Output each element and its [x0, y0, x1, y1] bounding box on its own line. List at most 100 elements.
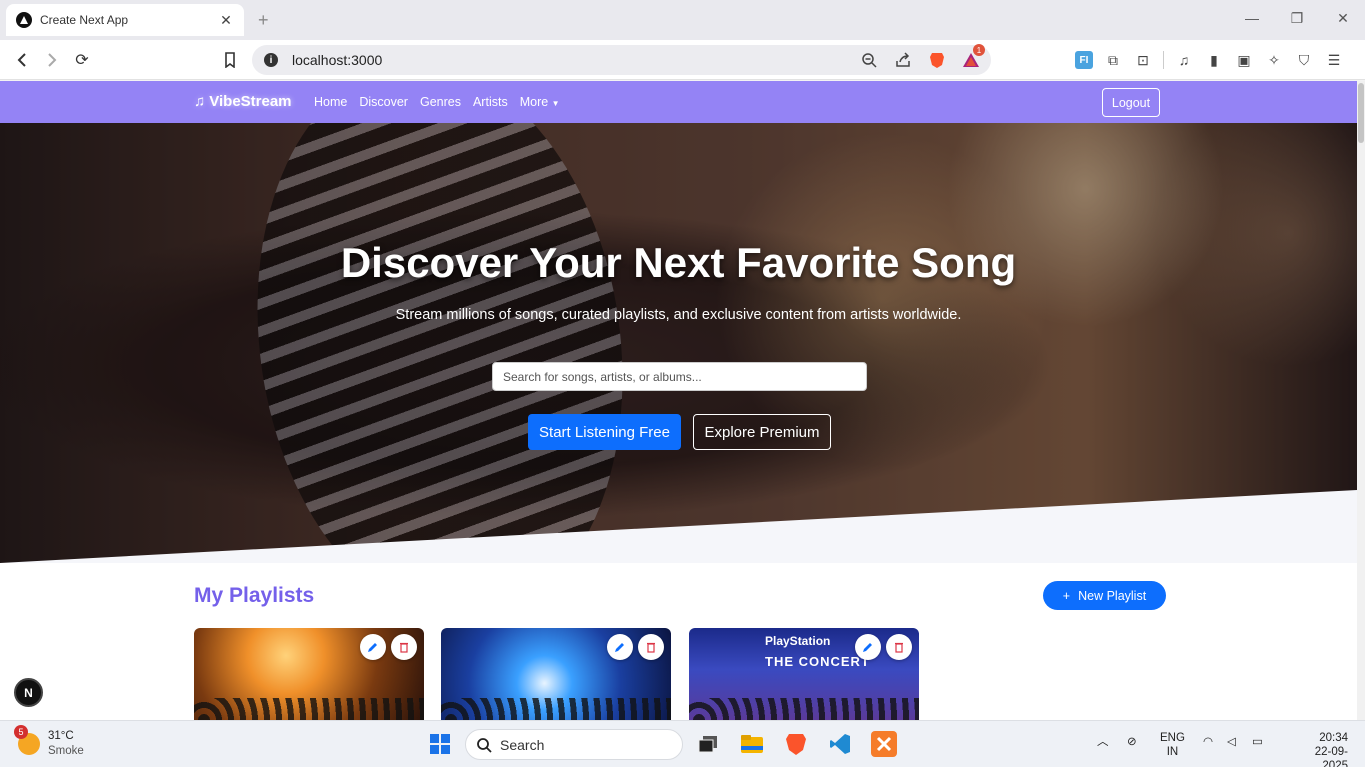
logout-button[interactable]: Logout — [1102, 88, 1160, 117]
rewards-badge: 1 — [973, 44, 985, 56]
clock-time: 20:34 — [1319, 732, 1348, 744]
nav-discover[interactable]: Discover — [359, 95, 408, 109]
task-view-icon[interactable] — [695, 731, 721, 757]
browser-tab-bar: Create Next App ✕ + — ❐ ✕ — [0, 0, 1365, 40]
pencil-icon — [615, 643, 624, 652]
close-window-icon[interactable]: ✕ — [1333, 10, 1353, 27]
cover-text-playstation: PlayStation — [765, 634, 831, 648]
share-icon[interactable] — [893, 50, 913, 70]
leo-ai-icon[interactable]: ✧ — [1264, 50, 1284, 70]
menu-icon[interactable]: ☰ — [1324, 50, 1344, 70]
pencil-icon — [368, 643, 377, 652]
brave-shields-icon[interactable] — [927, 50, 947, 70]
browser-toolbar: ⟳ i localhost:3000 1 FI ⧉ ⊡ ♫ ▮ ▣ ✧ ⛉ ☰ — [0, 40, 1365, 80]
reader-search-icon[interactable]: ⊡ — [1133, 50, 1153, 70]
nav-links: Home Discover Genres Artists More ▼ — [314, 95, 560, 109]
weather-temp: 31°C — [48, 730, 74, 742]
page-scrollbar[interactable] — [1357, 81, 1365, 720]
bookmark-icon[interactable] — [220, 50, 240, 70]
nav-genres[interactable]: Genres — [420, 95, 461, 109]
vpn-shield-icon[interactable]: ⛉ — [1294, 50, 1314, 70]
clock[interactable]: 20:34 22-09-2025 — [1296, 731, 1348, 767]
file-explorer-icon[interactable] — [739, 731, 765, 757]
scrollbar-thumb[interactable] — [1358, 83, 1364, 143]
back-icon[interactable] — [12, 50, 32, 70]
vscode-icon[interactable] — [827, 731, 853, 757]
windows-start-icon[interactable] — [427, 731, 453, 757]
playlist-cover-image — [689, 698, 919, 720]
caret-down-icon: ▼ — [551, 99, 560, 108]
start-listening-button[interactable]: Start Listening Free — [528, 414, 681, 450]
new-tab-icon[interactable]: + — [258, 10, 269, 31]
hero-title: Discover Your Next Favorite Song — [340, 239, 1017, 286]
language-code: ENG — [1160, 732, 1185, 744]
tray-overflow-icon[interactable]: ︿ — [1097, 735, 1109, 749]
close-tab-icon[interactable]: ✕ — [218, 12, 234, 29]
playlist-card[interactable]: PlayStation THE CONCERT — [689, 628, 919, 720]
music-note-icon[interactable]: ♫ — [1174, 50, 1194, 70]
explore-premium-button[interactable]: Explore Premium — [693, 414, 831, 450]
address-bar[interactable]: i localhost:3000 1 — [252, 44, 991, 75]
wallet-icon[interactable]: ▣ — [1234, 50, 1254, 70]
brand-logo[interactable]: ♫ VibeStream — [194, 93, 292, 110]
extension-fi-icon[interactable]: FI — [1075, 51, 1093, 69]
plus-icon: + — [1062, 588, 1071, 603]
hero-section: Discover Your Next Favorite Song Stream … — [0, 123, 1357, 563]
weather-widget[interactable]: 5 31°C Smoke — [14, 725, 84, 759]
language-indicator[interactable]: ENG IN — [1160, 731, 1185, 759]
weather-sun-icon: 5 — [14, 725, 40, 755]
site-info-icon[interactable]: i — [264, 53, 278, 67]
taskbar-search-label: Search — [500, 736, 545, 753]
brave-browser-icon[interactable] — [783, 731, 809, 757]
playlist-cover-image — [441, 698, 671, 720]
brand-name: VibeStream — [209, 93, 292, 110]
weather-desc: Smoke — [48, 745, 84, 757]
pencil-icon — [863, 643, 872, 652]
site-navbar: ♫ VibeStream Home Discover Genres Artist… — [0, 81, 1357, 123]
taskbar-search[interactable]: Search — [465, 729, 683, 760]
trash-icon — [400, 642, 408, 653]
playlist-card[interactable] — [441, 628, 671, 720]
new-playlist-label: New Playlist — [1078, 588, 1147, 603]
windows-taskbar: 5 31°C Smoke Search ︿ ⊘ ENG IN ◠ ◁ ▭ 20:… — [0, 720, 1365, 767]
playlists-heading: My Playlists — [194, 584, 315, 607]
new-playlist-button[interactable]: + New Playlist — [1043, 581, 1166, 610]
url-text: localhost:3000 — [292, 52, 383, 68]
delete-playlist-button[interactable] — [638, 634, 664, 660]
wifi-icon[interactable]: ◠ — [1203, 735, 1213, 749]
delete-playlist-button[interactable] — [391, 634, 417, 660]
reload-icon[interactable]: ⟳ — [72, 50, 92, 70]
playlist-cover-image — [194, 698, 424, 720]
playlist-card[interactable] — [194, 628, 424, 720]
forward-icon[interactable] — [42, 50, 62, 70]
cover-text-concert: THE CONCERT — [765, 654, 870, 669]
nav-home[interactable]: Home — [314, 95, 347, 109]
nextjs-favicon-icon — [16, 12, 32, 28]
network-status-icon[interactable]: ⊘ — [1127, 735, 1137, 749]
restore-icon[interactable]: ❐ — [1287, 10, 1307, 27]
edit-playlist-button[interactable] — [360, 634, 386, 660]
sidebar-toggle-icon[interactable]: ▮ — [1204, 50, 1224, 70]
volume-icon[interactable]: ◁ — [1227, 735, 1236, 749]
music-note-icon: ♫ — [194, 93, 206, 110]
page-viewport: ♫ VibeStream Home Discover Genres Artist… — [0, 81, 1357, 720]
hero-diagonal-edge — [0, 490, 1357, 563]
nav-more-dropdown[interactable]: More ▼ — [520, 95, 560, 109]
nextjs-dev-indicator-icon[interactable]: N — [14, 678, 43, 707]
nav-artists[interactable]: Artists — [473, 95, 508, 109]
browser-tab[interactable]: Create Next App ✕ — [6, 4, 244, 36]
xampp-icon[interactable] — [871, 731, 897, 757]
minimize-icon[interactable]: — — [1242, 10, 1262, 26]
delete-playlist-button[interactable] — [886, 634, 912, 660]
brave-rewards-icon[interactable]: 1 — [961, 44, 985, 70]
edit-playlist-button[interactable] — [607, 634, 633, 660]
song-search-input[interactable] — [492, 362, 867, 391]
battery-icon[interactable]: ▭ — [1252, 735, 1263, 749]
region-code: IN — [1166, 746, 1179, 758]
edit-playlist-button[interactable] — [855, 634, 881, 660]
trash-icon — [895, 642, 903, 653]
nav-more-label: More — [519, 95, 549, 109]
tab-title: Create Next App — [40, 13, 129, 27]
extensions-puzzle-icon[interactable]: ⧉ — [1103, 50, 1123, 70]
zoom-icon[interactable] — [859, 50, 879, 70]
